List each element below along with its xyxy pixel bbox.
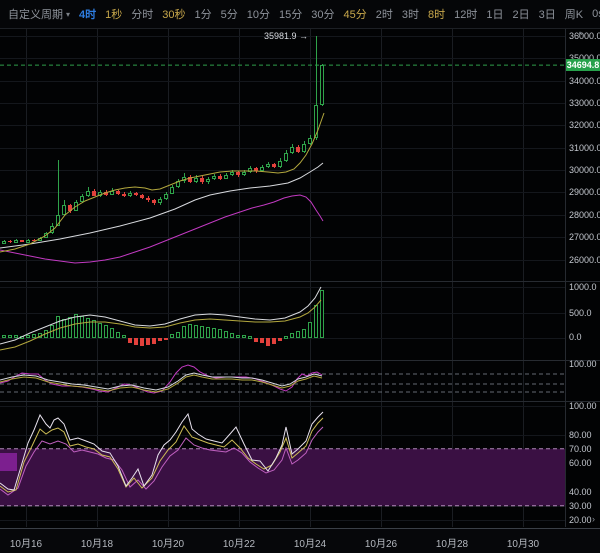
period-1分[interactable]: 1分: [195, 6, 212, 22]
custom-period-dropdown[interactable]: 自定义周期 ▾: [8, 6, 70, 22]
price-axis-label: 500.0: [569, 308, 592, 318]
price-axis-label: 20.00: [569, 515, 592, 525]
price-axis-label: 27000.0: [569, 232, 600, 242]
date-axis-label: 10月26: [365, 535, 397, 550]
period-15分[interactable]: 15分: [279, 6, 302, 22]
period-1日[interactable]: 1日: [486, 6, 503, 22]
price-axis-label: 80.00: [569, 430, 592, 440]
last-price-badge: 34694.8: [566, 59, 600, 71]
high-price-annotation: 35981.9 →: [230, 31, 308, 41]
price-axis-label: 30000.0: [569, 165, 600, 175]
period-周K[interactable]: 周K: [565, 6, 583, 22]
period-2日[interactable]: 2日: [513, 6, 530, 22]
date-axis-label: 10月28: [436, 535, 468, 550]
toolbar-right: 0s 未命名 ▾ 下单: [592, 0, 600, 28]
period-10分[interactable]: 10分: [247, 6, 270, 22]
countdown-timer: 0s: [592, 8, 600, 20]
date-axis-label: 10月16: [10, 535, 42, 550]
price-axis-label: 28000.0: [569, 210, 600, 220]
arrow-right-icon: →: [299, 31, 308, 41]
chart-area[interactable]: 36000.035000.034000.033000.032000.031000…: [0, 0, 600, 553]
period-4时[interactable]: 4时: [79, 6, 96, 22]
period-3日[interactable]: 3日: [539, 6, 556, 22]
chevron-down-icon: ▾: [66, 10, 70, 19]
period-30分[interactable]: 30分: [311, 6, 334, 22]
trading-app: 自定义周期 ▾ 4时 1秒分时 30秒 1分 5分 10分 15分 30分 45分 2时 3时 8时 1…: [0, 0, 600, 553]
axis-labels-layer: 36000.035000.034000.033000.032000.031000…: [0, 0, 600, 553]
custom-period-label: 自定义周期: [8, 6, 63, 22]
price-axis-label: 26000.0: [569, 255, 600, 265]
period-分时[interactable]: 分时: [131, 6, 153, 22]
period-list: 4时 1秒分时 30秒 1分 5分 10分 15分 30分 45分 2时 3时 8时 12时 1日 2日 3日…: [79, 6, 583, 22]
price-axis-label: 60.00: [569, 458, 592, 468]
period-1秒[interactable]: 1秒: [105, 6, 122, 22]
period-5分[interactable]: 5分: [221, 6, 238, 22]
period-8时[interactable]: 8时: [428, 6, 445, 22]
period-2时[interactable]: 2时: [376, 6, 393, 22]
date-axis-label: 10月18: [81, 535, 113, 550]
price-axis-label: 36000.0: [569, 31, 600, 41]
expand-panel-right-icon[interactable]: ›: [592, 514, 595, 524]
price-axis-label: 34000.0: [569, 76, 600, 86]
price-axis-label: 1000.0: [569, 282, 597, 292]
date-axis-label: 10月24: [294, 535, 326, 550]
price-axis-label: 31000.0: [569, 143, 600, 153]
period-30秒[interactable]: 30秒: [162, 6, 185, 22]
date-axis-label: 10月22: [223, 535, 255, 550]
date-axis-label: 10月30: [507, 535, 539, 550]
collapse-axis-up-icon[interactable]: ^: [578, 30, 582, 40]
period-12时[interactable]: 12时: [454, 6, 477, 22]
price-axis-label: 100.00: [569, 359, 597, 369]
price-axis-label: 0.0: [569, 332, 582, 342]
price-axis-label: 33000.0: [569, 98, 600, 108]
period-45分[interactable]: 45分: [344, 6, 367, 22]
price-axis-label: 70.00: [569, 444, 592, 454]
price-axis-label: 40.00: [569, 487, 592, 497]
price-axis-label: 29000.0: [569, 187, 600, 197]
price-axis-label: 30.00: [569, 501, 592, 511]
toolbar: 自定义周期 ▾ 4时 1秒分时 30秒 1分 5分 10分 15分 30分 45分 2时 3时 8时 1…: [0, 0, 600, 29]
date-axis-label: 10月20: [152, 535, 184, 550]
price-axis-label: 100.00: [569, 401, 597, 411]
price-axis-label: 32000.0: [569, 120, 600, 130]
date-axis[interactable]: 10月16 10月18 10月20 10月22 10月24 10月26 10月28 10月30: [0, 528, 600, 553]
period-3时[interactable]: 3时: [402, 6, 419, 22]
